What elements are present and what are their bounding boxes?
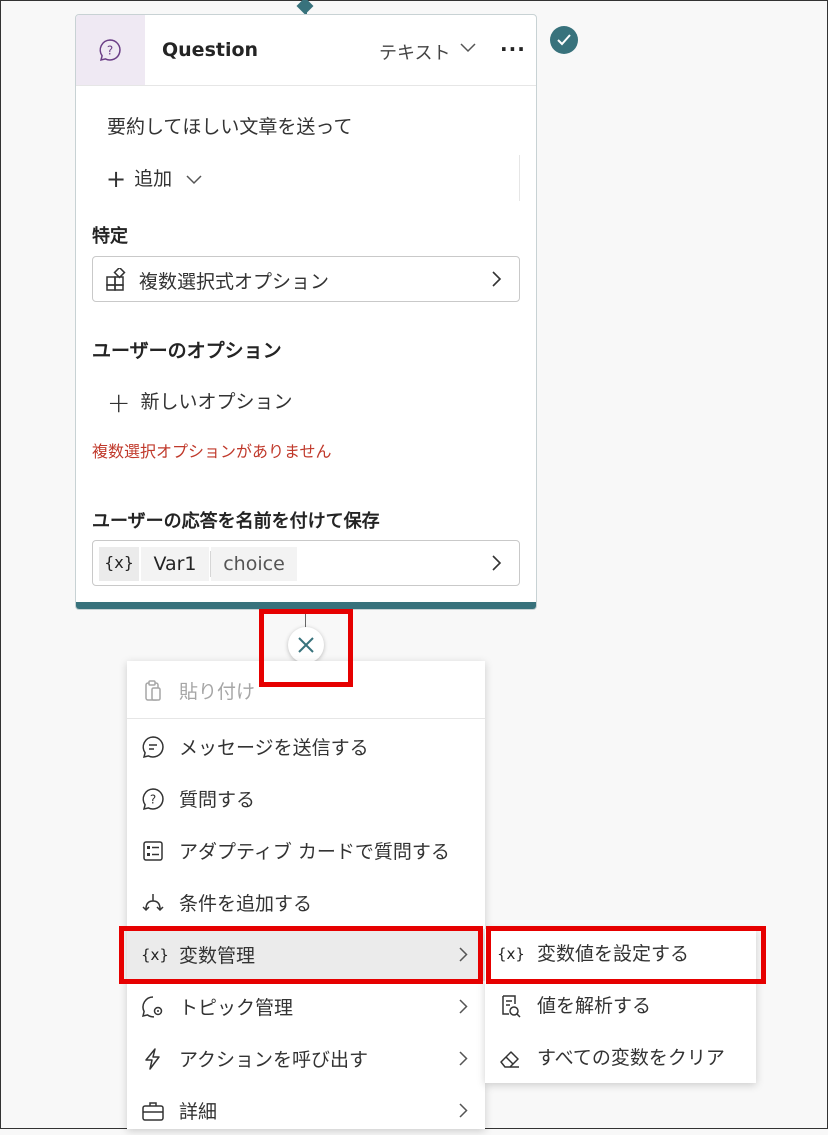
- close-icon: [298, 637, 314, 653]
- submenu-item-label: 変数値を設定する: [537, 943, 690, 965]
- submenu-item-set-variable[interactable]: {x} 変数値を設定する: [485, 929, 756, 979]
- new-option-label: 新しいオプション: [140, 391, 293, 413]
- user-options-label: ユーザーのオプション: [92, 340, 282, 362]
- menu-item-label: 詳細: [179, 1101, 218, 1123]
- more-options-button[interactable]: ···: [500, 37, 526, 61]
- identify-select[interactable]: 複数選択式オプション: [92, 256, 520, 302]
- node-header: ? Question テキスト ···: [76, 15, 536, 86]
- question-bubble-icon: ?: [99, 39, 121, 62]
- save-response-label: ユーザーの応答を名前を付けて保存: [92, 511, 380, 532]
- menu-item-ask-question[interactable]: ? 質問する: [127, 773, 485, 823]
- message-divider: [519, 155, 520, 201]
- add-label: 追加: [134, 168, 173, 190]
- variable-icon: {x}: [141, 946, 169, 964]
- menu-item-label: 変数管理: [179, 945, 256, 967]
- chevron-right-icon: [459, 947, 468, 962]
- menu-item-label: トピック管理: [179, 997, 294, 1019]
- variable-type: choice: [211, 547, 297, 581]
- menu-item-variable-management[interactable]: {x} 変数管理: [127, 929, 485, 981]
- menu-item-add-condition[interactable]: 条件を追加する: [127, 877, 485, 927]
- menu-item-details[interactable]: 詳細: [127, 1085, 485, 1135]
- svg-text:?: ?: [150, 793, 156, 807]
- submenu-item-clear-all-variables[interactable]: すべての変数をクリア: [485, 1033, 756, 1083]
- chevron-down-icon[interactable]: [460, 43, 476, 53]
- question-icon: ?: [142, 788, 164, 811]
- error-message: 複数選択オプションがありません: [92, 442, 332, 461]
- node-bottom-bar: [76, 602, 536, 609]
- branch-icon: [142, 894, 164, 912]
- clipboard-icon: [145, 680, 161, 701]
- add-node-menu: 貼り付け メッセージを送信する ? 質問する アダプティブ カードで質問する 条…: [127, 661, 485, 1129]
- eraser-icon: [500, 1051, 519, 1068]
- submenu-item-parse-value[interactable]: 値を解析する: [485, 981, 756, 1031]
- plus-icon: +: [107, 386, 131, 419]
- connector-node-top: [296, 0, 314, 15]
- chevron-down-icon: [186, 175, 202, 185]
- menu-item-paste: 貼り付け: [127, 665, 485, 715]
- menu-divider: [127, 718, 485, 719]
- chevron-right-icon: [492, 555, 502, 571]
- menu-item-label: アダプティブ カードで質問する: [179, 841, 450, 863]
- menu-item-send-message[interactable]: メッセージを送信する: [127, 721, 485, 771]
- question-node-card[interactable]: ? Question テキスト ··· 要約してほしい文章を送って + 追加 特定…: [75, 14, 537, 610]
- briefcase-icon: [142, 1102, 164, 1121]
- response-type-dropdown[interactable]: テキスト: [379, 39, 450, 65]
- new-option-button[interactable]: + 新しいオプション: [107, 386, 292, 419]
- menu-item-label: 質問する: [179, 789, 256, 811]
- multiple-choice-icon: [106, 268, 126, 291]
- chevron-right-icon: [459, 1051, 468, 1066]
- variable-submenu: {x} 変数値を設定する 値を解析する すべての変数をクリア: [485, 929, 756, 1083]
- plus-icon: +: [106, 165, 127, 193]
- chevron-right-icon: [492, 271, 502, 287]
- menu-item-topic-management[interactable]: トピック管理: [127, 981, 485, 1031]
- chat-icon: [142, 736, 164, 759]
- menu-item-call-action[interactable]: アクションを呼び出す: [127, 1033, 485, 1083]
- identify-label: 特定: [92, 226, 128, 247]
- topic-settings-icon: [141, 996, 163, 1018]
- menu-item-adaptive-card[interactable]: アダプティブ カードで質問する: [127, 825, 485, 875]
- add-button[interactable]: + 追加: [106, 164, 202, 193]
- menu-item-label: 貼り付け: [179, 681, 256, 703]
- question-icon-tile: ?: [76, 15, 145, 85]
- variable-name: Var1: [141, 547, 209, 581]
- variable-icon: {x}: [497, 945, 525, 963]
- question-message-text[interactable]: 要約してほしい文章を送って: [107, 112, 352, 139]
- card-icon: [143, 841, 163, 861]
- svg-text:?: ?: [107, 44, 113, 58]
- variable-icon: {x}: [99, 547, 139, 581]
- chevron-right-icon: [459, 1103, 468, 1118]
- chevron-right-icon: [459, 999, 468, 1014]
- parse-value-icon: [502, 995, 521, 1018]
- lightning-icon: [145, 1048, 160, 1070]
- submenu-item-label: 値を解析する: [537, 995, 652, 1017]
- check-icon: [550, 26, 578, 54]
- menu-item-label: アクションを呼び出す: [179, 1049, 369, 1071]
- submenu-item-label: すべての変数をクリア: [537, 1047, 725, 1069]
- node-title: Question: [162, 39, 259, 61]
- save-variable-select[interactable]: {x} Var1 choice: [92, 540, 520, 586]
- menu-item-label: 条件を追加する: [179, 893, 313, 915]
- close-add-node-button[interactable]: [288, 627, 324, 663]
- menu-item-label: メッセージを送信する: [179, 737, 369, 759]
- identify-value: 複数選択式オプション: [139, 271, 330, 293]
